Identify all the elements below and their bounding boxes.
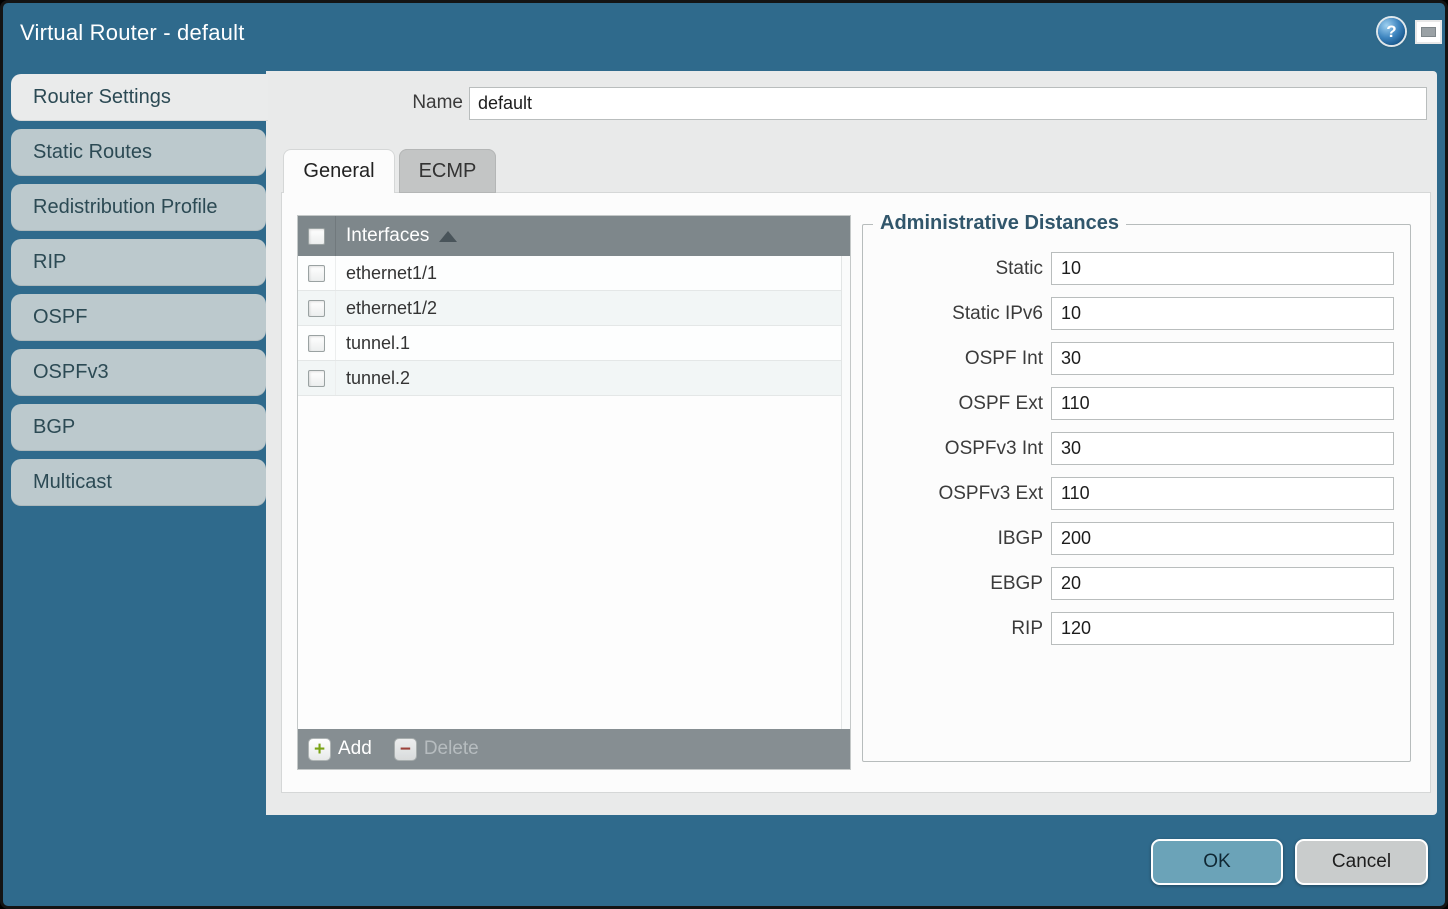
sidebar-item-label: OSPFv3 (33, 361, 109, 384)
sidebar-item-label: Multicast (33, 471, 112, 494)
field-label: RIP (863, 618, 1051, 640)
add-button-label: Add (338, 738, 372, 760)
field-row-ospfv3-ext: OSPFv3 Ext (863, 477, 1410, 510)
field-label: OSPF Int (863, 348, 1051, 370)
sidebar-item-bgp[interactable]: BGP (11, 404, 266, 451)
sidebar-item-label: Static Routes (33, 141, 152, 164)
add-icon: + (308, 738, 331, 761)
table-scrollbar[interactable] (841, 256, 850, 729)
interfaces-column-header[interactable]: Interfaces (336, 225, 457, 247)
interface-name: ethernet1/2 (336, 298, 437, 319)
sidebar-item-static-routes[interactable]: Static Routes (11, 129, 266, 176)
tab-general[interactable]: General (283, 149, 395, 193)
sidebar-item-label: Redistribution Profile (33, 196, 218, 219)
table-row[interactable]: ethernet1/2 (298, 291, 850, 326)
ospf-ext-input[interactable] (1051, 387, 1394, 420)
sort-asc-icon (439, 231, 457, 242)
ok-button[interactable]: OK (1151, 839, 1283, 885)
administrative-distances-fieldset: Administrative Distances Static Static I… (862, 224, 1411, 762)
sidebar-item-redistribution-profile[interactable]: Redistribution Profile (11, 184, 266, 231)
ospfv3-ext-input[interactable] (1051, 477, 1394, 510)
window-restore-icon[interactable] (1415, 20, 1442, 44)
name-label: Name (343, 92, 463, 114)
table-footer: + Add − Delete (298, 729, 850, 769)
sidebar-item-multicast[interactable]: Multicast (11, 459, 266, 506)
ospf-int-input[interactable] (1051, 342, 1394, 375)
virtual-router-dialog: Virtual Router - default ? Router Settin… (0, 0, 1448, 909)
cancel-button[interactable]: Cancel (1295, 839, 1428, 885)
row-checkbox[interactable] (308, 300, 325, 317)
table-row[interactable]: ethernet1/1 (298, 256, 850, 291)
rip-input[interactable] (1051, 612, 1394, 645)
window-restore-icon-glyph (1421, 27, 1436, 37)
tab-label: ECMP (419, 160, 477, 183)
field-label: OSPFv3 Ext (863, 483, 1051, 505)
administrative-distances-rows: Static Static IPv6 OSPF Int OSPF Ext OSP… (863, 252, 1410, 657)
administrative-distances-legend: Administrative Distances (873, 212, 1126, 235)
row-checkbox[interactable] (308, 370, 325, 387)
field-label: IBGP (863, 528, 1051, 550)
sidebar-item-label: Router Settings (33, 86, 171, 109)
field-label: Static (863, 258, 1051, 280)
table-row[interactable]: tunnel.1 (298, 326, 850, 361)
help-icon[interactable]: ? (1378, 18, 1405, 45)
sidebar-item-label: OSPF (33, 306, 87, 329)
interfaces-table-header: Interfaces (298, 216, 850, 256)
table-row[interactable]: tunnel.2 (298, 361, 850, 396)
sidebar-item-router-settings[interactable]: Router Settings (11, 74, 268, 121)
ibgp-input[interactable] (1051, 522, 1394, 555)
delete-icon: − (394, 738, 417, 761)
interfaces-table: Interfaces ethernet1/1 ethernet1/2 tunne… (297, 215, 851, 770)
interface-name: ethernet1/1 (336, 263, 437, 284)
field-row-static-ipv6: Static IPv6 (863, 297, 1410, 330)
interface-name: tunnel.2 (336, 368, 410, 389)
sidebar-item-ospf[interactable]: OSPF (11, 294, 266, 341)
add-button[interactable]: + Add (308, 738, 372, 761)
field-row-ibgp: IBGP (863, 522, 1410, 555)
sidebar-item-ospfv3[interactable]: OSPFv3 (11, 349, 266, 396)
tab-label: General (303, 160, 374, 183)
sidebar-item-label: RIP (33, 251, 66, 274)
field-row-static: Static (863, 252, 1410, 285)
field-label: OSPF Ext (863, 393, 1051, 415)
interfaces-column-label: Interfaces (346, 225, 429, 247)
field-row-ospfv3-int: OSPFv3 Int (863, 432, 1410, 465)
delete-button[interactable]: − Delete (394, 738, 479, 761)
sidebar-item-label: BGP (33, 416, 75, 439)
field-label: EBGP (863, 573, 1051, 595)
field-row-ospf-int: OSPF Int (863, 342, 1410, 375)
sidebar-item-rip[interactable]: RIP (11, 239, 266, 286)
row-checkbox[interactable] (308, 265, 325, 282)
field-row-rip: RIP (863, 612, 1410, 645)
field-row-ospf-ext: OSPF Ext (863, 387, 1410, 420)
static-input[interactable] (1051, 252, 1394, 285)
name-input[interactable] (469, 87, 1427, 120)
ebgp-input[interactable] (1051, 567, 1394, 600)
static-ipv6-input[interactable] (1051, 297, 1394, 330)
interface-name: tunnel.1 (336, 333, 410, 354)
general-tab-body: Interfaces ethernet1/1 ethernet1/2 tunne… (281, 192, 1431, 793)
dialog-title: Virtual Router - default (20, 20, 245, 46)
field-row-ebgp: EBGP (863, 567, 1410, 600)
ospfv3-int-input[interactable] (1051, 432, 1394, 465)
delete-button-label: Delete (424, 738, 479, 760)
select-all-checkbox[interactable] (308, 228, 325, 245)
field-label: Static IPv6 (863, 303, 1051, 325)
field-label: OSPFv3 Int (863, 438, 1051, 460)
tab-ecmp[interactable]: ECMP (399, 149, 496, 193)
row-checkbox[interactable] (308, 335, 325, 352)
